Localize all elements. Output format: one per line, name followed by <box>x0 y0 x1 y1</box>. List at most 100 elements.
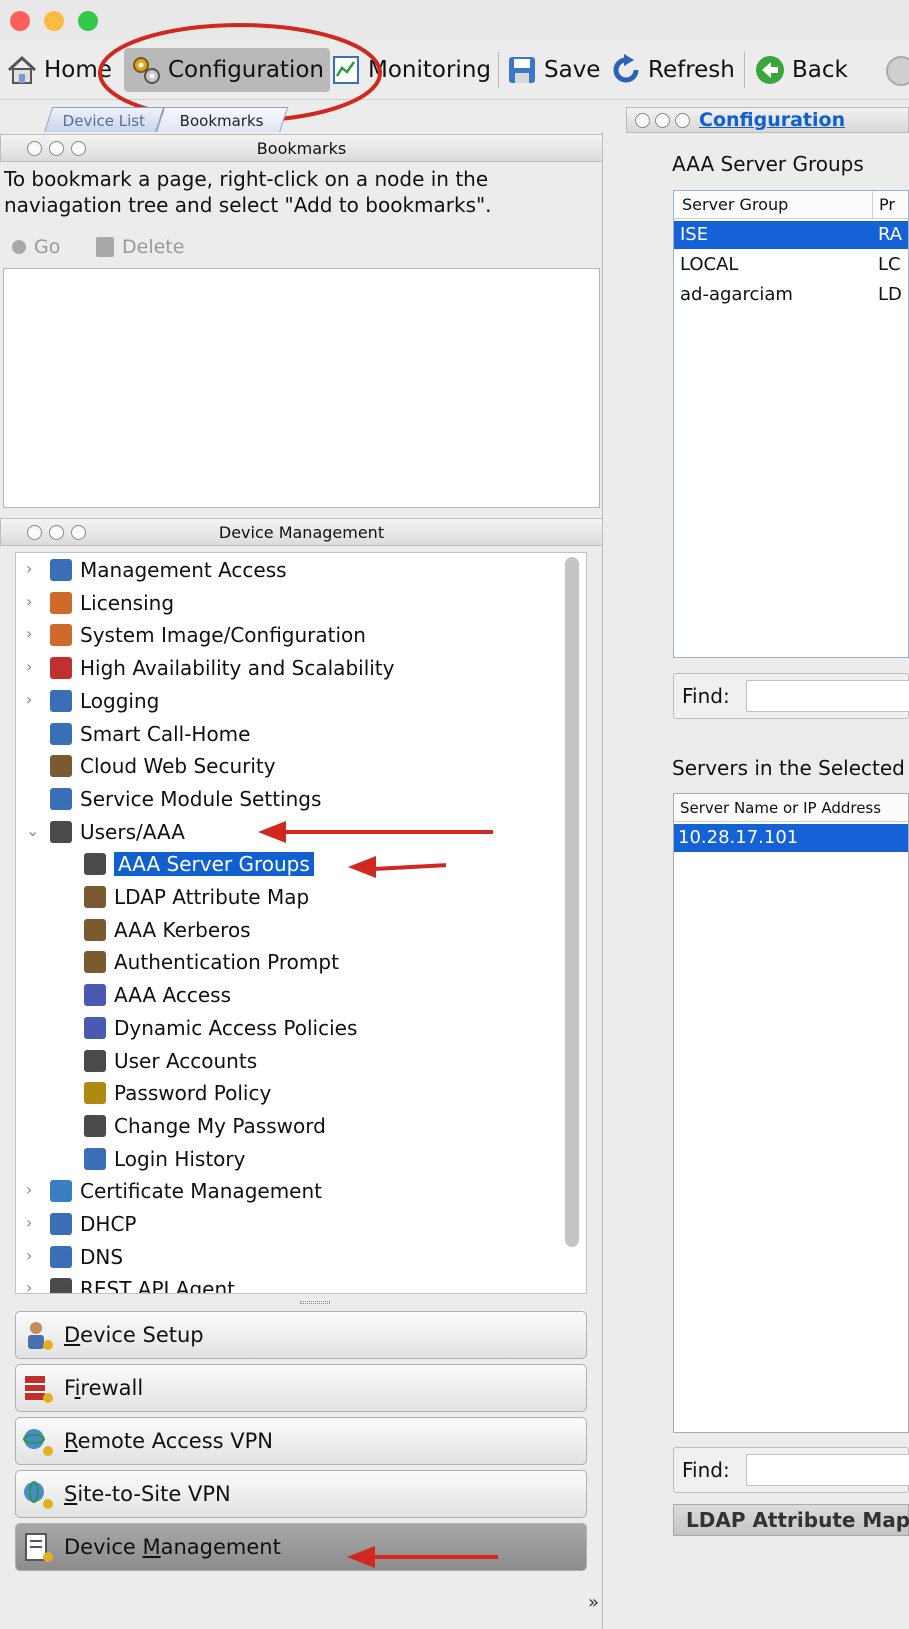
table-row[interactable]: 10.28.17.101 <box>674 824 908 852</box>
chevron-right-icon[interactable]: › <box>26 1278 40 1293</box>
tree-item[interactable]: Cloud Web Security <box>50 751 276 781</box>
tree-item[interactable]: Change My Password <box>84 1111 326 1141</box>
breadcrumb-configuration-link[interactable]: Configuration <box>699 108 845 132</box>
column-header-server-name[interactable]: Server Name or IP Address <box>680 794 881 822</box>
chevron-right-icon[interactable]: › <box>26 1180 40 1199</box>
tree-item[interactable]: DNS <box>50 1242 123 1272</box>
right-panel-header: Configuration <box>626 107 909 133</box>
tab-device-list[interactable]: Device List <box>43 107 165 133</box>
firewall-icon <box>22 1372 54 1404</box>
find-input[interactable] <box>746 680 909 712</box>
tree-item[interactable]: LDAP Attribute Map <box>84 882 309 912</box>
chevron-right-icon[interactable]: › <box>26 657 40 676</box>
tree-item[interactable]: Smart Call-Home <box>50 719 250 749</box>
panel-window-button[interactable] <box>71 525 86 540</box>
splitter-handle[interactable] <box>300 1301 330 1304</box>
panel-window-button[interactable] <box>27 525 42 540</box>
tree-item[interactable]: Dynamic Access Policies <box>84 1013 357 1043</box>
find-input[interactable] <box>746 1454 909 1486</box>
tree-item[interactable]: Management Access <box>50 555 287 585</box>
server-group-cell: ISE <box>680 224 709 245</box>
nav-firewall-button[interactable]: Firewall <box>15 1364 587 1412</box>
bookmarks-title: Bookmarks <box>256 139 347 158</box>
nav-device-setup-button[interactable]: Device Setup <box>15 1311 587 1359</box>
refresh-label: Refresh <box>648 57 735 83</box>
tree-item[interactable]: System Image/Configuration <box>50 620 366 650</box>
tree-item[interactable]: Service Module Settings <box>50 784 321 814</box>
chevron-right-icon[interactable]: › <box>26 1213 40 1232</box>
chevron-right-icon[interactable]: › <box>26 624 40 643</box>
tree-node-icon <box>50 559 72 581</box>
tree-item[interactable]: Certificate Management <box>50 1176 322 1206</box>
tree-scrollbar-thumb[interactable] <box>565 557 579 1247</box>
tree-item-label: AAA Access <box>114 983 231 1008</box>
table-row[interactable]: ad-agarciam LD <box>674 281 908 309</box>
nav-remote-access-vpn-button[interactable]: Remote Access VPN <box>15 1417 587 1465</box>
delete-button[interactable]: Delete <box>96 236 184 258</box>
refresh-icon <box>610 54 642 86</box>
tree-item-label: Smart Call-Home <box>80 721 251 746</box>
tab-bookmarks[interactable]: Bookmarks <box>155 107 289 133</box>
device-management-title: Device Management <box>218 523 385 542</box>
servers-title: Servers in the Selected <box>672 756 905 780</box>
back-button[interactable]: Back <box>754 48 848 92</box>
column-header-server-group[interactable]: Server Group <box>682 191 788 219</box>
tree-item[interactable]: Licensing <box>50 588 174 618</box>
nav-device-management-button[interactable]: Device Management <box>15 1523 587 1571</box>
servers-table[interactable]: Server Name or IP Address 10.28.17.101 <box>673 793 909 1433</box>
tree-item-label: System Image/Configuration <box>80 623 366 648</box>
table-row[interactable]: ISE RA <box>674 221 908 249</box>
tree-node-icon <box>84 886 106 908</box>
tree-item[interactable]: Users/AAA <box>50 817 185 847</box>
forward-button[interactable] <box>886 56 909 86</box>
tree-item[interactable]: Authentication Prompt <box>84 947 339 977</box>
bookmarks-instructions: To bookmark a page, right-click on a nod… <box>4 166 492 218</box>
panel-window-button[interactable] <box>49 525 64 540</box>
tree-item[interactable]: User Accounts <box>84 1046 257 1076</box>
tree-item-label: Dynamic Access Policies <box>114 1015 358 1040</box>
tree-item[interactable]: Logging <box>50 686 159 716</box>
chevron-right-icon[interactable]: › <box>26 592 40 611</box>
tree-item[interactable]: REST API Agent <box>50 1274 235 1293</box>
tree-item-label: AAA Server Groups <box>114 852 314 877</box>
chevron-right-icon[interactable]: › <box>26 559 40 578</box>
floppy-disk-icon <box>506 54 538 86</box>
tree-item[interactable]: Password Policy <box>84 1078 271 1108</box>
bookmarks-list[interactable] <box>3 268 600 508</box>
tree-item[interactable]: Login History <box>84 1144 245 1174</box>
instructions-line: naviagation tree and select "Add to book… <box>4 193 492 217</box>
table-row[interactable]: LOCAL LC <box>674 251 908 279</box>
tree-item[interactable]: AAA Server Groups <box>84 849 314 879</box>
find-label: Find: <box>682 1458 730 1482</box>
annotation-arrowhead <box>258 821 286 843</box>
go-button[interactable]: Go <box>12 236 60 258</box>
tree-item[interactable]: High Availability and Scalability <box>50 653 394 683</box>
chevron-right-icon[interactable]: › <box>26 690 40 709</box>
servers-table-header: Server Name or IP Address <box>674 794 908 822</box>
server-groups-table[interactable]: Server Group Pr ISE RA LOCAL LC ad-agarc… <box>673 190 909 658</box>
tree-item[interactable]: AAA Kerberos <box>84 915 251 945</box>
refresh-button[interactable]: Refresh <box>610 48 735 92</box>
chevron-down-icon[interactable]: ⌄ <box>26 821 40 840</box>
minimize-window-button[interactable] <box>44 11 64 31</box>
nav-site-to-site-vpn-button[interactable]: Site-to-Site VPN <box>15 1470 587 1518</box>
panel-window-button[interactable] <box>49 141 64 156</box>
panel-window-button[interactable] <box>71 141 86 156</box>
device-management-panel-header: Device Management <box>0 518 603 546</box>
close-window-button[interactable] <box>10 11 30 31</box>
chevron-right-icon[interactable]: › <box>26 1246 40 1265</box>
protocol-cell: LC <box>878 254 901 275</box>
navigation-tree[interactable]: › Management Access › Licensing › System Imag… <box>15 552 587 1294</box>
tree-item[interactable]: AAA Access <box>84 980 231 1010</box>
panel-window-button[interactable] <box>655 113 670 128</box>
panel-window-button[interactable] <box>635 113 650 128</box>
save-button[interactable]: Save <box>506 48 600 92</box>
panel-window-button[interactable] <box>27 141 42 156</box>
more-nav-chevron-icon[interactable]: » <box>588 1592 599 1613</box>
ldap-attribute-map-bar[interactable]: LDAP Attribute Map <box>673 1504 909 1536</box>
column-header-protocol[interactable]: Pr <box>872 191 895 219</box>
panel-window-button[interactable] <box>675 113 690 128</box>
remote-access-vpn-icon <box>22 1425 54 1457</box>
tree-item[interactable]: DHCP <box>50 1209 136 1239</box>
nav-site-to-site-vpn-label: Site-to-Site VPN <box>64 1482 231 1506</box>
